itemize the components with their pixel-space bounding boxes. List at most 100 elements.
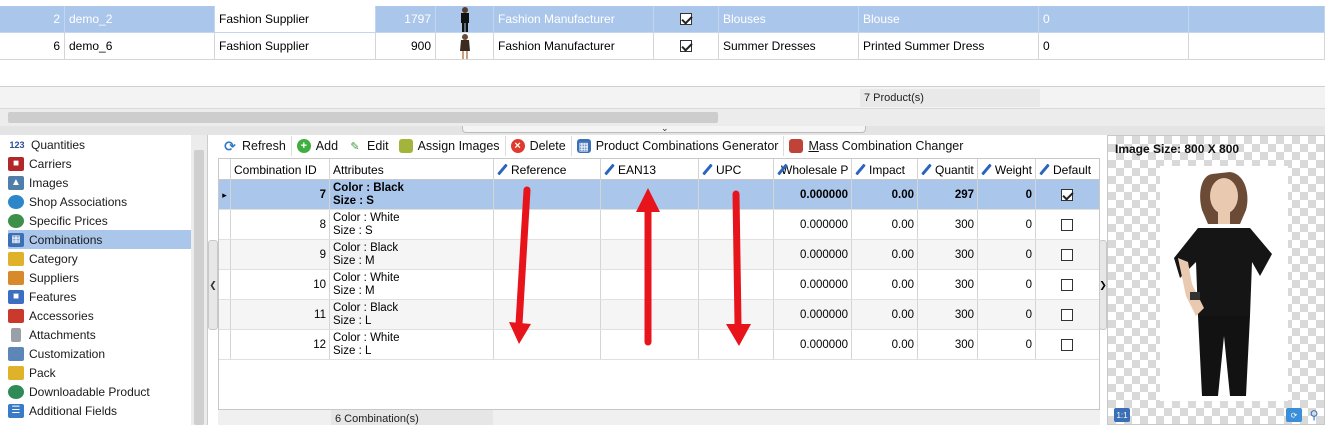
quantity-cell[interactable]: 300: [918, 210, 978, 239]
nav-item-shop-associations[interactable]: Shop Associations: [8, 192, 191, 211]
default-cell[interactable]: [1036, 270, 1098, 299]
active-checkbox[interactable]: [680, 40, 692, 52]
quantity-cell[interactable]: 300: [918, 330, 978, 359]
default-checkbox[interactable]: [1061, 278, 1073, 291]
default-checkbox[interactable]: [1061, 308, 1073, 321]
default-cell[interactable]: [1036, 210, 1098, 239]
quantity-cell[interactable]: 300: [918, 270, 978, 299]
impact-cell[interactable]: 0.00: [852, 210, 918, 239]
pencil-icon: ✎: [350, 140, 360, 153]
nav-item-suppliers[interactable]: Suppliers: [8, 268, 191, 287]
wholesale-cell[interactable]: 0.000000: [774, 270, 852, 299]
delete-button[interactable]: × Delete: [506, 136, 572, 156]
header-default[interactable]: Default: [1036, 159, 1098, 180]
nav-item-attachments[interactable]: Attachments: [8, 325, 191, 344]
wholesale-cell[interactable]: 0.000000: [774, 300, 852, 329]
header-reference[interactable]: Reference: [494, 159, 601, 180]
weight-cell[interactable]: 0: [978, 180, 1036, 209]
nav-item-quantities[interactable]: 123 Quantities: [8, 135, 191, 154]
attr-size: Size : M: [333, 285, 375, 297]
default-cell[interactable]: [1036, 300, 1098, 329]
refresh-button[interactable]: ⟳ Refresh: [218, 136, 292, 156]
nav-item-combinations[interactable]: ▦ Combinations: [8, 230, 191, 249]
wholesale-cell[interactable]: 0.000000: [774, 210, 852, 239]
nav-item-features[interactable]: ■ Features: [8, 287, 191, 306]
default-checkbox[interactable]: [1061, 338, 1073, 351]
header-combination-id[interactable]: Combination ID: [231, 159, 330, 180]
wholesale-cell[interactable]: 0.000000: [774, 180, 852, 209]
truck-icon: ■: [8, 156, 24, 171]
nav-item-accessories[interactable]: Accessories: [8, 306, 191, 325]
product-manufacturer: Fashion Manufacturer: [494, 33, 654, 60]
combination-id: 9: [231, 240, 330, 269]
impact-cell[interactable]: 0.00: [852, 330, 918, 359]
nav-item-specific-prices[interactable]: Specific Prices: [8, 211, 191, 230]
nav-item-label: Additional Fields: [29, 403, 118, 418]
combinations-generator-button[interactable]: ▦ Product Combinations Generator: [572, 136, 785, 156]
header-quantity[interactable]: Quantit: [918, 159, 978, 180]
default-checkbox[interactable]: [1061, 188, 1073, 201]
header-impact[interactable]: Impact: [852, 159, 918, 180]
quantity-cell[interactable]: 300: [918, 300, 978, 329]
collapse-right-button[interactable]: ❯: [1099, 240, 1107, 330]
impact-cell[interactable]: 0.00: [852, 180, 918, 209]
header-label: Default: [1053, 162, 1092, 177]
active-checkbox[interactable]: [680, 13, 692, 25]
nav-item-category[interactable]: Category: [8, 249, 191, 268]
assign-images-button[interactable]: Assign Images: [394, 136, 506, 156]
product-supplier[interactable]: Fashion Supplier: [215, 6, 376, 33]
cubes-icon: ▦: [576, 139, 591, 153]
wholesale-cell[interactable]: 0.000000: [774, 240, 852, 269]
weight-cell[interactable]: 0: [978, 330, 1036, 359]
splitter-grip[interactable]: ⌄: [462, 123, 866, 133]
panel-splitter[interactable]: ⌄: [0, 123, 1325, 135]
mass-combination-changer-button[interactable]: Mass Combination Changer: [784, 136, 968, 156]
weight-cell[interactable]: 0: [978, 240, 1036, 269]
nav-item-additional-fields[interactable]: ☰ Additional Fields: [8, 401, 191, 420]
header-weight[interactable]: Weight: [978, 159, 1036, 180]
nav-item-images[interactable]: ▲ Images: [8, 173, 191, 192]
product-row[interactable]: 2 demo_2 Fashion Supplier 1797 Fashion M…: [0, 6, 1325, 33]
nav-scrollbar[interactable]: [191, 135, 207, 425]
header-upc[interactable]: UPC: [699, 159, 774, 180]
default-cell[interactable]: [1036, 180, 1098, 209]
default-checkbox[interactable]: [1061, 218, 1073, 231]
default-checkbox[interactable]: [1061, 248, 1073, 261]
nav-item-label: Features: [29, 289, 77, 304]
product-active-cell[interactable]: [654, 33, 719, 60]
scrollbar-thumb[interactable]: [8, 112, 718, 123]
add-button[interactable]: + Add: [292, 136, 343, 156]
header-wholesale-price[interactable]: Wholesale P: [774, 159, 852, 180]
impact-cell[interactable]: 0.00: [852, 300, 918, 329]
weight-cell[interactable]: 0: [978, 300, 1036, 329]
product-active-cell[interactable]: [654, 6, 719, 33]
rotate-icon[interactable]: ⟳: [1286, 408, 1302, 422]
image-size-label: Image Size: 800 X 800: [1115, 142, 1240, 156]
row-indicator: [219, 270, 231, 299]
product-row[interactable]: 6 demo_6 Fashion Supplier 900 Fashion Ma…: [0, 33, 1325, 60]
product-thumbnail: [436, 6, 494, 33]
quantity-cell[interactable]: 300: [918, 240, 978, 269]
header-ean13[interactable]: EAN13: [601, 159, 699, 180]
zoom-actual-size-button[interactable]: 1:1: [1114, 408, 1130, 422]
collapse-left-button[interactable]: ❮: [208, 240, 218, 330]
nav-item-pack[interactable]: Pack: [8, 363, 191, 382]
attr-color: Color : White: [333, 272, 400, 284]
wholesale-cell[interactable]: 0.000000: [774, 330, 852, 359]
default-cell[interactable]: [1036, 240, 1098, 269]
header-attributes[interactable]: Attributes: [330, 159, 494, 180]
nav-item-carriers[interactable]: ■ Carriers: [8, 154, 191, 173]
quantity-cell[interactable]: 297: [918, 180, 978, 209]
weight-cell[interactable]: 0: [978, 270, 1036, 299]
edit-button[interactable]: ✎ Edit: [343, 136, 394, 156]
impact-cell[interactable]: 0.00: [852, 240, 918, 269]
default-cell[interactable]: [1036, 330, 1098, 359]
impact-cell[interactable]: 0.00: [852, 270, 918, 299]
weight-cell[interactable]: 0: [978, 210, 1036, 239]
zoom-icon[interactable]: ⚲: [1306, 408, 1322, 422]
header-label: Attributes: [333, 162, 384, 177]
combination-id: 7: [231, 180, 330, 209]
nav-item-downloadable-product[interactable]: Downloadable Product: [8, 382, 191, 401]
nav-item-customization[interactable]: Customization: [8, 344, 191, 363]
nav-scrollbar-thumb[interactable]: [194, 150, 204, 425]
